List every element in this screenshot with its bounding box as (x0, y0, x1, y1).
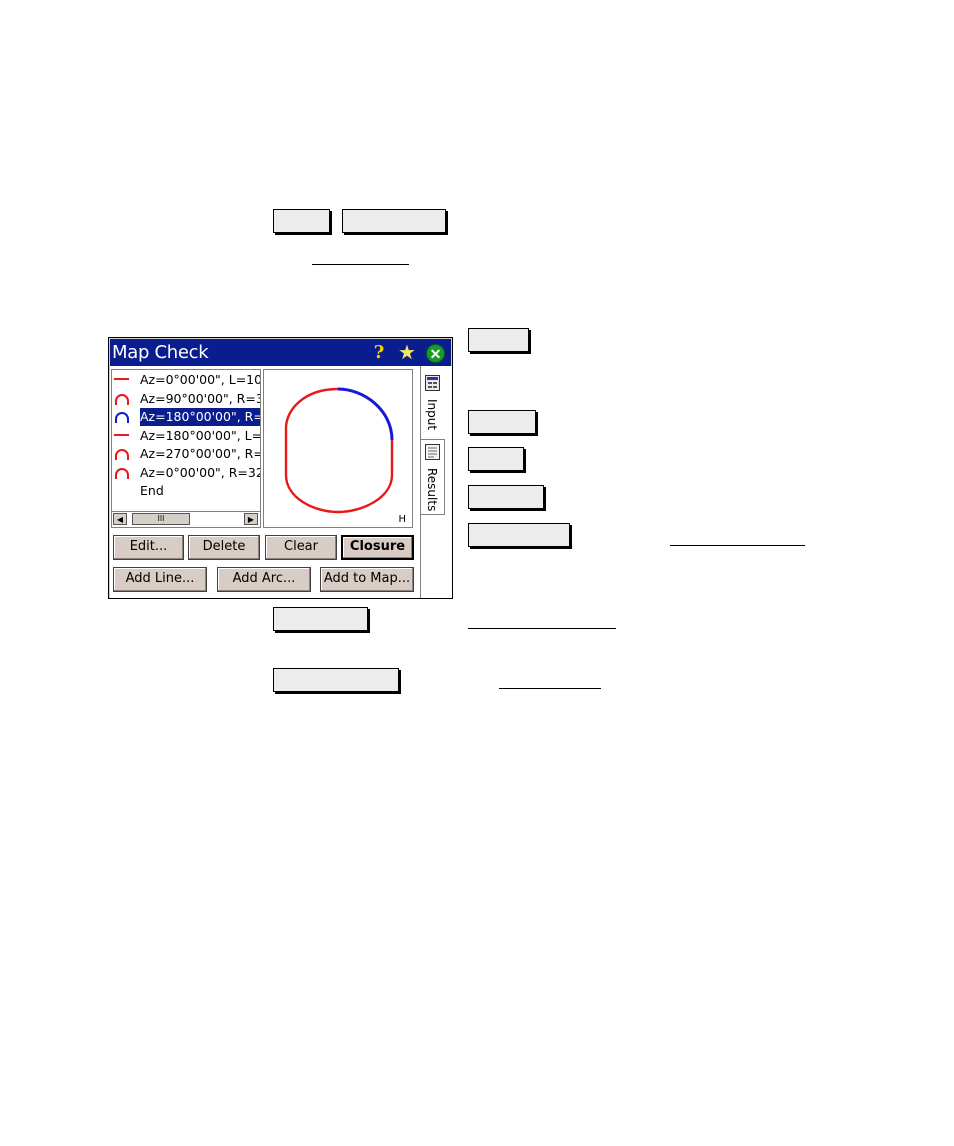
closure-button[interactable]: Closure (341, 535, 414, 560)
edit-button[interactable]: Edit... (113, 535, 184, 560)
traverse-shape-diagram (284, 387, 394, 514)
list-item[interactable]: Az=180°00'00", L=1 (112, 427, 261, 445)
scroll-left-arrow-icon[interactable]: ◀ (113, 513, 127, 525)
list-item-text: Az=0°00'00", L=100 (140, 372, 261, 387)
tab-results[interactable]: Results (421, 439, 445, 515)
scroll-right-arrow-icon[interactable]: ▶ (244, 513, 258, 525)
doc-button-placeholder-4 (468, 410, 536, 434)
delete-button[interactable]: Delete (188, 535, 260, 560)
line-segment-icon (114, 378, 129, 380)
doc-button-placeholder-8 (273, 607, 368, 631)
plot-corner-label: H (398, 514, 406, 525)
line-segment-icon (114, 433, 129, 436)
list-item[interactable]: Az=270°00'00", R=3 (112, 445, 261, 463)
doc-button-placeholder-2 (342, 209, 446, 233)
doc-button-placeholder-3 (468, 328, 529, 352)
close-icon[interactable]: ✕ (426, 344, 445, 363)
clear-button[interactable]: Clear (265, 535, 337, 560)
doc-underline-3 (468, 628, 616, 629)
list-item[interactable]: Az=0°00'00", L=100 (112, 371, 261, 389)
arc-segment-icon (115, 467, 129, 479)
map-plot[interactable]: H (263, 369, 413, 528)
list-item-text: End (140, 483, 164, 498)
list-item[interactable]: Az=180°00'00", R=3 (112, 408, 260, 426)
side-tab-strip: Input Results (420, 366, 452, 598)
doc-underline-4 (499, 688, 601, 689)
doc-button-placeholder-6 (468, 485, 544, 509)
doc-underline-2 (670, 545, 805, 546)
window-title: Map Check (112, 342, 209, 363)
title-bar: Map Check ? ★ ✕ (110, 339, 451, 366)
tab-input[interactable]: Input (421, 370, 445, 436)
help-question-icon[interactable]: ? (368, 342, 390, 364)
add-arc-button[interactable]: Add Arc... (217, 567, 311, 592)
selected-arc (337, 387, 394, 441)
doc-underline-1 (312, 264, 409, 265)
list-item[interactable]: Az=0°00'00", R=32 (112, 464, 261, 482)
list-item[interactable]: End (112, 482, 260, 500)
client-area: Az=0°00'00", L=100 Az=90°00'00", R=32 Az=1… (110, 366, 452, 598)
horizontal-scrollbar[interactable]: ◀ III ▶ (112, 511, 260, 527)
input-form-icon (425, 375, 440, 391)
doc-button-placeholder-5 (468, 447, 524, 471)
arc-segment-icon (115, 412, 129, 423)
favorites-star-icon[interactable]: ★ (396, 342, 418, 364)
doc-button-placeholder-7 (468, 523, 570, 547)
doc-button-placeholder-9 (273, 668, 399, 692)
list-item-text: Az=90°00'00", R=32 (140, 390, 261, 406)
map-check-window: Map Check ? ★ ✕ Az=0°00'00", L=100 Az=90°… (108, 337, 453, 599)
tab-results-label: Results (425, 468, 439, 512)
list-item-text: Az=180°00'00", R=3 (140, 408, 260, 426)
arc-segment-icon (115, 449, 129, 460)
add-to-map-button[interactable]: Add to Map... (320, 567, 414, 592)
traverse-outline (284, 387, 394, 514)
add-line-button[interactable]: Add Line... (113, 567, 207, 592)
list-item-text: Az=180°00'00", L=1 (140, 427, 261, 443)
doc-button-placeholder-1 (273, 209, 330, 233)
list-item-text: Az=270°00'00", R=3 (140, 446, 261, 461)
results-report-icon (425, 444, 440, 460)
list-item[interactable]: Az=90°00'00", R=32 (112, 390, 261, 408)
scroll-thumb[interactable]: III (132, 513, 190, 525)
tab-input-label: Input (425, 399, 439, 431)
arc-segment-icon (115, 393, 129, 405)
segment-list[interactable]: Az=0°00'00", L=100 Az=90°00'00", R=32 Az=1… (111, 369, 261, 528)
list-item-text: Az=0°00'00", R=32 (140, 464, 261, 480)
